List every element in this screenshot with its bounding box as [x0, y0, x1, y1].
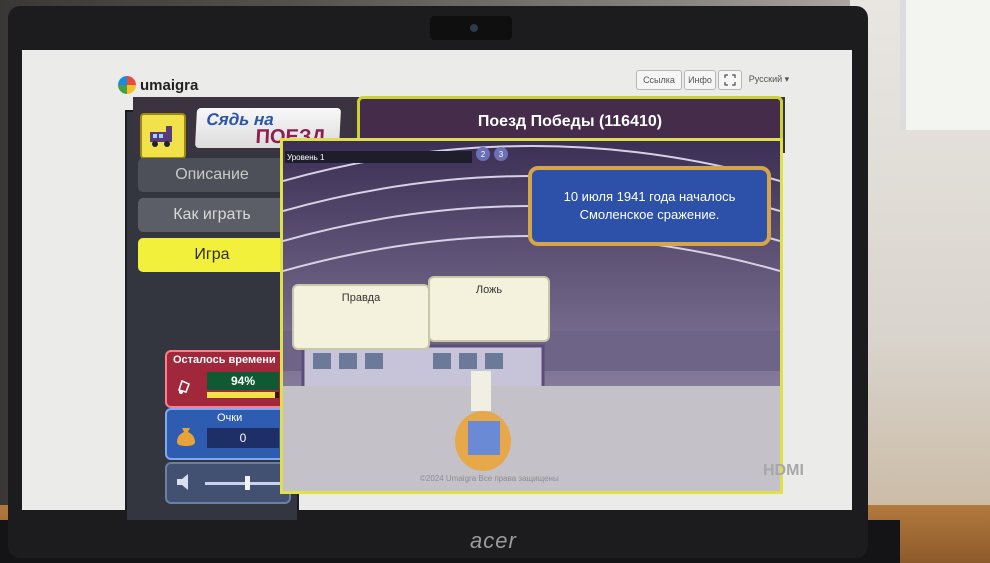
score-label: Очки	[217, 412, 243, 424]
timer-panel: Осталось времени 94%	[165, 350, 289, 408]
timer-progress	[207, 392, 279, 398]
volume-panel	[165, 462, 291, 504]
level-2-button[interactable]: 2	[476, 147, 490, 161]
volume-slider[interactable]	[205, 482, 281, 485]
timer-progress-fill	[207, 392, 275, 398]
menu-description[interactable]: Описание	[138, 158, 286, 192]
volume-slider-handle[interactable]	[245, 476, 250, 490]
hdmi-label: HDMI	[763, 462, 804, 479]
answer-true-button[interactable]: Правда	[292, 284, 430, 350]
answer-false-button[interactable]: Ложь	[428, 276, 550, 342]
room-window	[900, 0, 990, 130]
expand-icon	[724, 74, 736, 86]
logo-icon	[118, 76, 136, 94]
menu-how-to-play[interactable]: Как играть	[138, 198, 286, 232]
timer-value: 94%	[207, 372, 279, 390]
level-3-button[interactable]: 3	[494, 147, 508, 161]
speaker-icon[interactable]	[175, 472, 197, 492]
webcam-icon	[470, 24, 478, 32]
timer-title: Осталось времени	[173, 354, 276, 366]
train-icon	[140, 113, 186, 159]
money-bag-icon	[177, 428, 195, 446]
logo-text: umaigra	[140, 76, 199, 94]
menu-play[interactable]: Игра	[138, 238, 286, 272]
bell-icon	[177, 379, 191, 394]
level-bar: Уровень 1	[285, 151, 472, 163]
fullscreen-button[interactable]	[718, 70, 742, 90]
score-value: 0	[207, 428, 279, 448]
question-card: 10 июля 1941 года началось Смоленское ср…	[528, 166, 771, 246]
laptop-brand-logo: acer	[470, 528, 517, 553]
language-select[interactable]: Русский ▾	[744, 70, 794, 88]
site-logo[interactable]: umaigra	[118, 76, 198, 94]
info-button[interactable]: Инфо	[684, 70, 716, 90]
link-button[interactable]: Ссылка	[636, 70, 682, 90]
score-panel: Очки 0	[165, 408, 291, 460]
footer-copyright: ©2024 Umaigra Все права защищены	[420, 474, 559, 483]
